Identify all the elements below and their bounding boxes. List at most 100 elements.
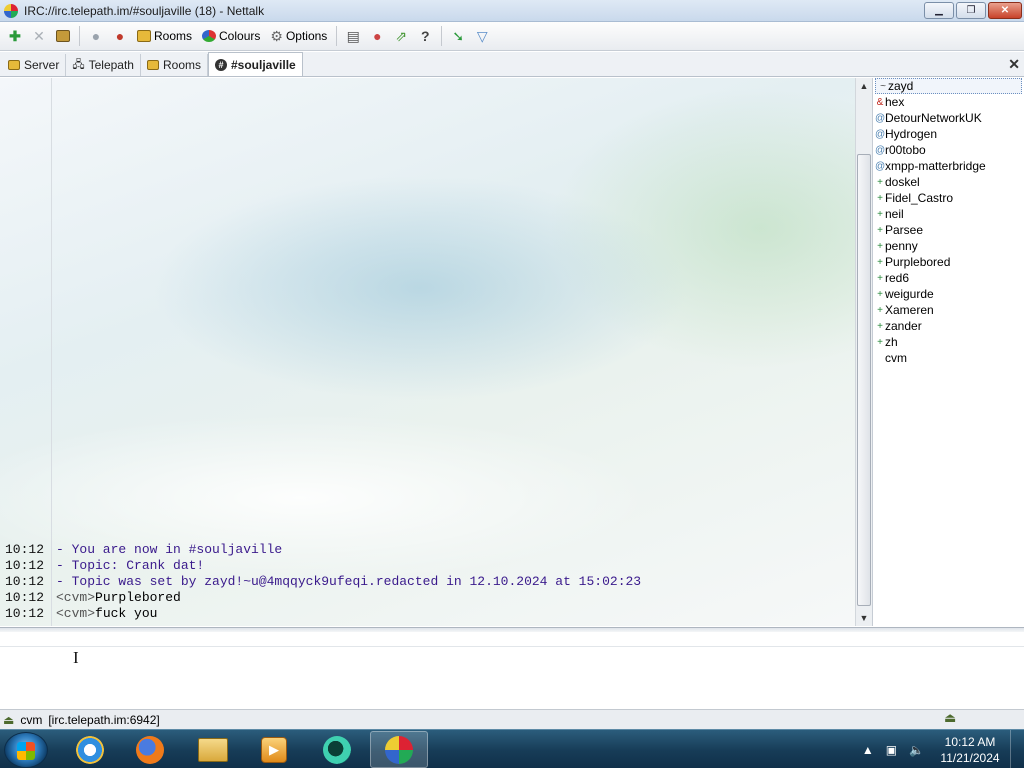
user-list-item[interactable]: + weigurde (873, 286, 1024, 302)
internet-explorer-icon[interactable] (61, 731, 119, 768)
scroll-down-arrow-icon[interactable]: ▼ (856, 610, 872, 626)
rooms-button[interactable]: Rooms (133, 25, 196, 47)
start-button[interactable] (4, 732, 48, 768)
message-nick[interactable]: <cvm> (56, 590, 95, 606)
tab-telepath[interactable]: 🖧 Telepath (66, 54, 141, 76)
window-title: IRC://irc.telepath.im/#souljaville (18) … (24, 3, 265, 18)
media-player-icon[interactable]: ▶ (245, 731, 303, 768)
firefox-icon[interactable] (121, 731, 179, 768)
server-icon: 🖧 (72, 58, 85, 71)
user-mode-icon: + (877, 272, 883, 284)
message-nick[interactable]: <cvm> (56, 606, 95, 622)
user-mode-icon: + (877, 240, 883, 252)
status-bar: ⏏ cvm [irc.telepath.im:6942] (0, 709, 1024, 729)
user-list-item[interactable]: @ r00tobo (873, 142, 1024, 158)
file-explorer-icon[interactable] (184, 731, 242, 768)
user-list-item[interactable]: @ DetourNetworkUK (873, 110, 1024, 126)
user-icon[interactable]: ● (85, 25, 107, 47)
user-list-item[interactable]: + neil (873, 206, 1024, 222)
user-list-item[interactable]: + Fidel_Castro (873, 190, 1024, 206)
message-text: - You are now in #souljaville (56, 542, 283, 557)
chat-log[interactable]: 10:12 - You are now in #souljaville 10:1… (0, 78, 855, 626)
close-tab-icon[interactable]: ✕ (1008, 56, 1020, 73)
colours-button[interactable]: Colours (198, 25, 264, 47)
channel-icon: # (215, 58, 227, 71)
scrollbar-thumb[interactable] (857, 154, 871, 606)
user-list-item[interactable]: + zander (873, 318, 1024, 334)
chevron-down-icon[interactable]: ▽ (471, 25, 493, 47)
network-tray-icon[interactable]: ▣ (886, 743, 897, 757)
help-icon[interactable]: ? (414, 25, 436, 47)
user-nick: xmpp-matterbridge (885, 159, 986, 173)
disconnect-icon[interactable]: ✕ (28, 25, 50, 47)
away-icon[interactable]: ● (109, 25, 131, 47)
chat-message: 10:12 - Topic was set by zayd!~u@4mqqyck… (0, 574, 855, 590)
user-mode-icon: + (877, 320, 883, 332)
toolbar-separator (441, 26, 443, 46)
user-list-item[interactable]: @ Hydrogen (873, 126, 1024, 142)
scroll-up-arrow-icon[interactable]: ▲ (856, 78, 872, 94)
user-list-item[interactable]: + penny (873, 238, 1024, 254)
arrow-down-icon[interactable]: ➘ (447, 25, 469, 47)
user-list-item[interactable]: + Xameren (873, 302, 1024, 318)
user-list-item[interactable]: ~ zayd (875, 78, 1022, 94)
user-mode-icon: + (877, 336, 883, 348)
user-list-item[interactable]: + Parsee (873, 222, 1024, 238)
user-list-item[interactable]: + Purplebored (873, 254, 1024, 270)
user-list-item[interactable]: & hex (873, 94, 1024, 110)
export-icon[interactable]: ⇗ (390, 25, 412, 47)
user-list-item[interactable]: + doskel (873, 174, 1024, 190)
palette-icon (202, 30, 217, 42)
tab-label: #souljaville (231, 57, 296, 72)
options-button[interactable]: ⚙ Options (266, 25, 331, 47)
chat-message: 10:12 - Topic: Crank dat! (0, 558, 855, 574)
user-mode-icon: @ (875, 128, 886, 140)
user-mode-icon: + (877, 176, 883, 188)
user-nick: doskel (885, 175, 920, 189)
maximize-button[interactable]: ❐ (956, 2, 986, 19)
user-mode-icon: @ (875, 160, 886, 172)
user-nick: r00tobo (885, 143, 926, 157)
colours-button-label: Colours (219, 29, 261, 43)
nettalk-taskbar-button[interactable] (370, 731, 428, 768)
user-nick: neil (885, 207, 904, 221)
user-nick: zayd (888, 79, 914, 93)
log-icon[interactable]: ▤ (342, 25, 364, 47)
user-list-item[interactable]: + zh (873, 334, 1024, 350)
message-time: 10:12 (5, 558, 45, 573)
user-nick: Fidel_Castro (885, 191, 954, 205)
server-list-icon[interactable] (52, 25, 74, 47)
user-mode-icon: @ (875, 112, 886, 124)
user-list-item[interactable]: + red6 (873, 270, 1024, 286)
tab-souljaville[interactable]: # #souljaville (208, 52, 303, 76)
tab-label: Rooms (162, 58, 201, 72)
user-list-item[interactable]: @ xmpp-matterbridge (873, 158, 1024, 174)
toolbar-separator (79, 26, 80, 46)
contacts-icon[interactable]: ● (366, 25, 388, 47)
nettalk-app-icon[interactable] (4, 3, 18, 18)
show-desktop-button[interactable] (1010, 730, 1024, 768)
input-area-border (0, 632, 1024, 647)
close-button[interactable]: ✕ (988, 2, 1022, 19)
tab-rooms[interactable]: Rooms (141, 54, 208, 76)
tab-server[interactable]: Server (2, 54, 67, 76)
user-nick: Hydrogen (885, 127, 938, 141)
message-text: - Topic: Crank dat! (56, 558, 205, 573)
clock[interactable]: 10:12 AM 11/21/2024 (930, 734, 1010, 766)
user-list-item[interactable]: cvm (873, 350, 1024, 366)
tab-bar: Server 🖧 Telepath Rooms # #souljaville (0, 52, 1024, 77)
chat-scrollbar[interactable]: ▲ ▼ (855, 78, 872, 626)
volume-muted-icon[interactable]: 🔈 (909, 743, 924, 757)
connect-icon[interactable]: ✚ (4, 25, 26, 47)
user-mode-icon: + (877, 304, 883, 316)
show-hidden-icons-icon[interactable]: ▲ (862, 743, 874, 757)
chat-app-icon[interactable] (308, 731, 366, 768)
user-nick: red6 (885, 271, 910, 285)
folder-icon (8, 60, 20, 70)
status-server: [irc.telepath.im:6942] (48, 712, 160, 727)
toolbar: ✚ ✕ ● ● Rooms Colours ⚙ Options ▤ ● ⇗ ? … (0, 22, 1024, 51)
toolbar-separator (336, 26, 338, 46)
tab-label: Server (24, 58, 60, 72)
minimize-button[interactable]: ▁ (924, 2, 954, 19)
message-input[interactable] (0, 648, 1024, 708)
